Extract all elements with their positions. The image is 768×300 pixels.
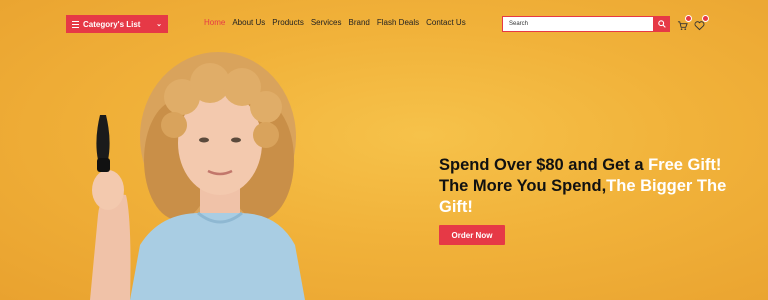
order-now-button[interactable]: Order Now bbox=[439, 225, 505, 245]
category-list-label: Category's List bbox=[83, 19, 141, 29]
hero-model-image bbox=[90, 52, 305, 300]
menu-services[interactable]: Services bbox=[311, 18, 342, 27]
cart-button[interactable] bbox=[677, 15, 692, 30]
hero-headline: Spend Over $80 and Get a Free Gift! The … bbox=[439, 155, 749, 218]
search-input[interactable]: Search bbox=[502, 16, 654, 32]
menu-flash-deals[interactable]: Flash Deals bbox=[377, 18, 419, 27]
menu-about-us[interactable]: About Us bbox=[232, 18, 265, 27]
wishlist-badge bbox=[702, 15, 709, 22]
category-list-button[interactable]: Category's List ⌄ bbox=[66, 15, 168, 33]
menu-home[interactable]: Home bbox=[204, 18, 225, 27]
search-button[interactable] bbox=[654, 16, 670, 32]
headline-line1-highlight: Free Gift! bbox=[648, 156, 722, 174]
headline-line2: The More You Spend, bbox=[439, 177, 607, 195]
menu-products[interactable]: Products bbox=[272, 18, 304, 27]
chevron-down-icon: ⌄ bbox=[156, 21, 162, 28]
main-menu: Home About Us Products Services Brand Fl… bbox=[204, 18, 466, 27]
top-nav: Category's List ⌄ Home About Us Products… bbox=[0, 0, 768, 48]
search-icon bbox=[658, 20, 666, 28]
cart-badge bbox=[685, 15, 692, 22]
menu-brand[interactable]: Brand bbox=[349, 18, 370, 27]
wishlist-button[interactable] bbox=[694, 15, 709, 31]
menu-contact-us[interactable]: Contact Us bbox=[426, 18, 466, 27]
headline-line1: Spend Over $80 and Get a bbox=[439, 156, 649, 174]
menu-icon bbox=[72, 20, 79, 28]
